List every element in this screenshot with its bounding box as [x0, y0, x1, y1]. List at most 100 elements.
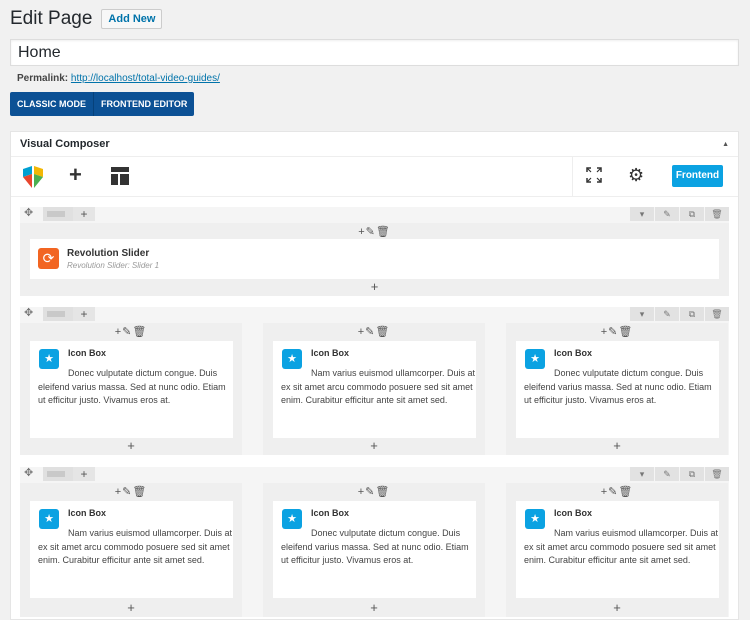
vc-column: +✎🗑 ★ Icon Box Nam varius euismod ullamc… — [506, 483, 728, 617]
row-delete-icon[interactable]: 🗑 — [705, 307, 729, 321]
icon-box-element[interactable]: ★ Icon Box Nam varius euismod ullamcorpe… — [273, 341, 476, 438]
editor-mode-switch: CLASSIC MODE FRONTEND EDITOR — [10, 92, 195, 116]
settings-gear-icon[interactable]: ⚙ — [628, 165, 644, 186]
row-controls-bar: ✥ + ▾ ✎ ⧉ 🗑 — [20, 207, 729, 221]
permalink-label: Permalink: — [17, 73, 69, 84]
vc-column: +✎🗑 ⟳ Revolution Slider Revolution Slide… — [20, 223, 729, 296]
star-icon: ★ — [525, 509, 545, 529]
row-edit-icon[interactable]: ✎ — [655, 467, 679, 481]
icon-box-text: Nam varius euismod ullamcorper. Duis at … — [281, 368, 476, 405]
classic-mode-button[interactable]: CLASSIC MODE — [10, 92, 93, 116]
frontend-editor-button[interactable]: FRONTEND EDITOR — [93, 92, 194, 116]
row-edit-icon[interactable]: ✎ — [655, 207, 679, 221]
column-add-button[interactable]: + — [506, 438, 728, 453]
icon-box-element[interactable]: ★ Icon Box Donec vulputate dictum congue… — [273, 501, 476, 598]
row-delete-icon[interactable]: 🗑 — [705, 467, 729, 481]
row-layout-control[interactable] — [43, 207, 73, 221]
icon-box-title: Icon Box — [68, 348, 107, 358]
column-tools[interactable]: +✎🗑 — [263, 325, 485, 338]
row-add-column-button[interactable]: + — [73, 207, 95, 221]
row-add-column-button[interactable]: + — [73, 307, 95, 321]
vc-panel-title: Visual Composer — [20, 138, 110, 150]
permalink-link[interactable]: http://localhost/total-video-guides/ — [71, 73, 220, 84]
column-tools[interactable]: +✎🗑 — [506, 325, 728, 338]
row-clone-icon[interactable]: ⧉ — [680, 467, 704, 481]
refresh-icon: ⟳ — [38, 248, 59, 269]
icon-box-title: Icon Box — [68, 508, 107, 518]
vc-row: ✥ + ▾ ✎ ⧉ 🗑 +✎🗑 ⟳ Revolution Slider Revo… — [20, 207, 729, 296]
icon-box-title: Icon Box — [554, 348, 593, 358]
row-toggle-icon[interactable]: ▾ — [630, 207, 654, 221]
row-controls-bar: ✥ + ▾ ✎ ⧉ 🗑 — [20, 467, 729, 481]
icon-box-element[interactable]: ★ Icon Box Donec vulputate dictum congue… — [30, 341, 233, 438]
add-element-icon[interactable]: + — [69, 164, 82, 186]
icon-box-text: Nam varius euismod ullamcorper. Duis at … — [524, 528, 719, 565]
column-add-button[interactable]: + — [20, 438, 242, 453]
star-icon: ★ — [39, 349, 59, 369]
element-subtitle: Revolution Slider: Slider 1 — [67, 261, 160, 270]
row-clone-icon[interactable]: ⧉ — [680, 207, 704, 221]
column-tools[interactable]: +✎🗑 — [20, 325, 242, 338]
vc-navbar: + ⚙ Frontend — [11, 157, 738, 197]
templates-icon[interactable] — [111, 167, 129, 185]
vc-column: +✎🗑 ★ Icon Box Nam varius euismod ullamc… — [263, 323, 485, 455]
icon-box-text: Donec vulputate dictum congue. Duis elei… — [524, 368, 712, 405]
star-icon: ★ — [525, 349, 545, 369]
column-add-button[interactable]: + — [263, 600, 485, 615]
page-header: Edit Page Add New — [10, 8, 163, 30]
row-layout-control[interactable] — [43, 467, 73, 481]
vc-logo-icon[interactable] — [23, 166, 43, 188]
row-action-buttons: ▾ ✎ ⧉ 🗑 — [629, 307, 729, 321]
row-edit-icon[interactable]: ✎ — [655, 307, 679, 321]
collapse-toggle-icon[interactable]: ▲ — [722, 141, 729, 148]
star-icon: ★ — [39, 509, 59, 529]
row-toggle-icon[interactable]: ▾ — [630, 467, 654, 481]
icon-box-element[interactable]: ★ Icon Box Donec vulputate dictum congue… — [516, 341, 719, 438]
column-add-button[interactable]: + — [20, 279, 729, 294]
icon-box-element[interactable]: ★ Icon Box Nam varius euismod ullamcorpe… — [516, 501, 719, 598]
row-delete-icon[interactable]: 🗑 — [705, 207, 729, 221]
vc-row: ✥ + ▾ ✎ ⧉ 🗑 +✎🗑 ★ Icon Box Donec vulputa… — [20, 307, 729, 455]
vc-column: +✎🗑 ★ Icon Box Donec vulputate dictum co… — [506, 323, 728, 455]
row-move-icon[interactable]: ✥ — [24, 206, 33, 219]
column-tools[interactable]: +✎🗑 — [20, 225, 729, 238]
icon-box-text: Donec vulputate dictum congue. Duis elei… — [281, 528, 469, 565]
icon-box-title: Icon Box — [554, 508, 593, 518]
row-layout-control[interactable] — [43, 307, 73, 321]
fullscreen-icon[interactable] — [586, 167, 602, 183]
column-tools[interactable]: +✎🗑 — [20, 485, 242, 498]
icon-box-text: Donec vulputate dictum congue. Duis elei… — [38, 368, 226, 405]
column-tools[interactable]: +✎🗑 — [506, 485, 728, 498]
column-add-button[interactable]: + — [263, 438, 485, 453]
frontend-button[interactable]: Frontend — [672, 165, 723, 187]
row-controls-bar: ✥ + ▾ ✎ ⧉ 🗑 — [20, 307, 729, 321]
element-name: Revolution Slider — [67, 248, 150, 259]
page-title: Edit Page — [10, 8, 93, 29]
row-clone-icon[interactable]: ⧉ — [680, 307, 704, 321]
icon-box-title: Icon Box — [311, 508, 350, 518]
post-title-input[interactable] — [10, 39, 739, 66]
row-move-icon[interactable]: ✥ — [24, 306, 33, 319]
star-icon: ★ — [282, 509, 302, 529]
row-action-buttons: ▾ ✎ ⧉ 🗑 — [629, 467, 729, 481]
vc-panel-header[interactable]: Visual Composer ▲ — [11, 132, 738, 157]
permalink: Permalink: http://localhost/total-video-… — [17, 73, 220, 84]
row-move-icon[interactable]: ✥ — [24, 466, 33, 479]
navbar-divider — [572, 157, 573, 197]
row-toggle-icon[interactable]: ▾ — [630, 307, 654, 321]
revolution-slider-element[interactable]: ⟳ Revolution Slider Revolution Slider: S… — [30, 239, 719, 279]
column-add-button[interactable]: + — [20, 600, 242, 615]
icon-box-element[interactable]: ★ Icon Box Nam varius euismod ullamcorpe… — [30, 501, 233, 598]
vc-column: +✎🗑 ★ Icon Box Donec vulputate dictum co… — [20, 323, 242, 455]
icon-box-title: Icon Box — [311, 348, 350, 358]
icon-box-text: Nam varius euismod ullamcorper. Duis at … — [38, 528, 233, 565]
vc-column: +✎🗑 ★ Icon Box Nam varius euismod ullamc… — [20, 483, 242, 617]
row-action-buttons: ▾ ✎ ⧉ 🗑 — [629, 207, 729, 221]
vc-column: +✎🗑 ★ Icon Box Donec vulputate dictum co… — [263, 483, 485, 617]
vc-row: ✥ + ▾ ✎ ⧉ 🗑 +✎🗑 ★ Icon Box Nam varius eu… — [20, 467, 729, 617]
column-tools[interactable]: +✎🗑 — [263, 485, 485, 498]
star-icon: ★ — [282, 349, 302, 369]
add-new-button[interactable]: Add New — [101, 9, 163, 29]
column-add-button[interactable]: + — [506, 600, 728, 615]
row-add-column-button[interactable]: + — [73, 467, 95, 481]
